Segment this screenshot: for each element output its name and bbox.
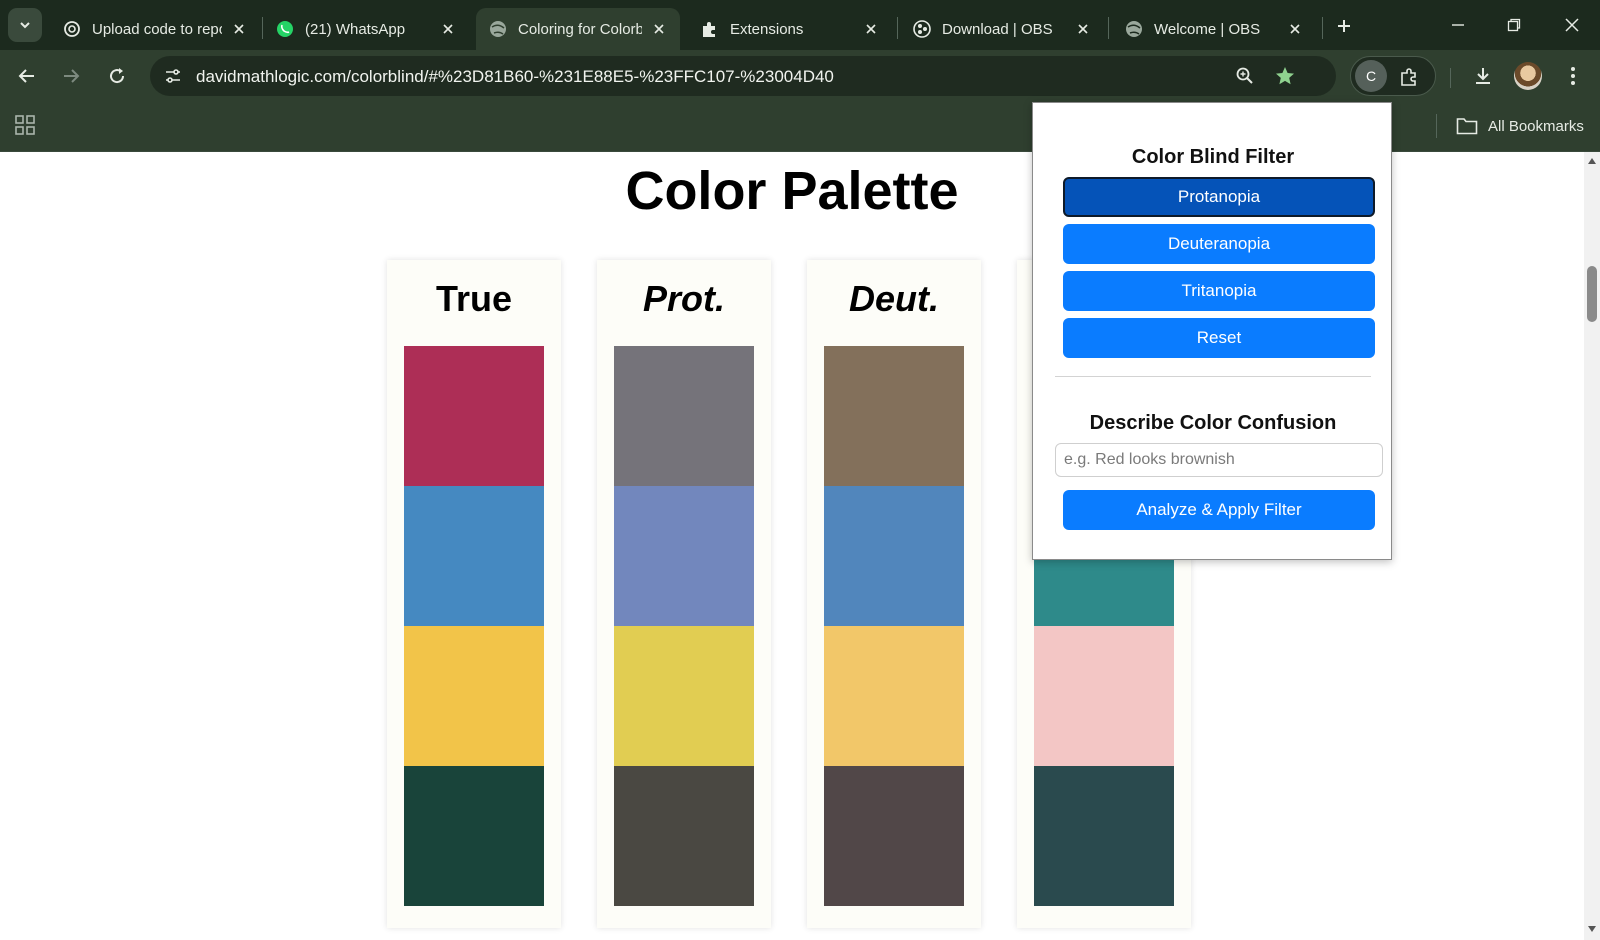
close-icon[interactable] <box>1072 18 1094 40</box>
openai-icon <box>62 19 82 39</box>
tab-download-obs[interactable]: Download | OBS <box>900 8 1104 50</box>
site-info-icon[interactable] <box>160 63 186 89</box>
tab-label: Coloring for Colorblindness <box>518 20 642 38</box>
confusion-heading: Describe Color Confusion <box>1089 412 1337 434</box>
color-swatch <box>1034 626 1174 766</box>
close-icon <box>1565 18 1579 32</box>
globe-icon <box>488 19 508 39</box>
protanopia-button[interactable]: Protanopia <box>1063 177 1375 217</box>
scroll-down-icon[interactable] <box>1587 924 1597 934</box>
color-swatch <box>614 486 754 626</box>
close-window-button[interactable] <box>1550 8 1594 42</box>
navigation-toolbar: davidmathlogic.com/colorblind/#%23D81B60… <box>0 50 1600 102</box>
tab-extensions[interactable]: Extensions <box>688 8 892 50</box>
color-swatch <box>404 766 544 906</box>
analyze-apply-button[interactable]: Analyze & Apply Filter <box>1063 490 1375 530</box>
tab-whatsapp[interactable]: (21) WhatsApp <box>263 8 469 50</box>
minimize-button[interactable] <box>1436 8 1480 42</box>
chevron-down-icon <box>20 22 30 29</box>
palette-column: Prot. <box>597 260 771 928</box>
plus-icon <box>1338 20 1350 32</box>
close-icon[interactable] <box>1284 18 1306 40</box>
url-text[interactable]: davidmathlogic.com/colorblind/#%23D81B60… <box>196 67 834 87</box>
restore-icon <box>1507 18 1521 32</box>
palette-column: True <box>387 260 561 928</box>
color-swatch <box>824 486 964 626</box>
bookmarks-divider <box>1436 114 1437 138</box>
minimize-icon <box>1452 24 1464 26</box>
tab-coloring[interactable]: Coloring for Colorblindness <box>476 8 680 50</box>
tab-separator <box>897 17 898 39</box>
color-swatch <box>404 346 544 486</box>
close-icon[interactable] <box>648 18 670 40</box>
color-swatch <box>824 626 964 766</box>
download-icon <box>1476 68 1490 84</box>
tab-label: Extensions <box>730 20 804 38</box>
all-bookmarks-label: All Bookmarks <box>1488 117 1584 135</box>
browser-menu-button[interactable] <box>1558 61 1588 91</box>
color-swatch <box>824 766 964 906</box>
color-swatch <box>1034 766 1174 906</box>
tab-strip: Upload code to repository (21) WhatsApp … <box>0 0 1600 50</box>
color-swatch <box>824 346 964 486</box>
arrow-left-icon <box>18 69 34 83</box>
more-vertical-icon <box>1571 67 1575 85</box>
color-swatch <box>404 486 544 626</box>
puzzle-icon <box>700 19 720 39</box>
folder-icon <box>1456 118 1478 135</box>
color-swatch <box>614 346 754 486</box>
tab-separator <box>1108 17 1109 39</box>
globe-icon <box>1124 19 1144 39</box>
whatsapp-icon <box>275 19 295 39</box>
new-tab-button[interactable] <box>1330 12 1358 40</box>
color-blind-filter-popup: Color Blind Filter Protanopia Deuteranop… <box>1032 102 1392 560</box>
color-swatch <box>614 766 754 906</box>
profile-avatar[interactable] <box>1514 62 1542 90</box>
tab-label: Welcome | OBS <box>1154 20 1261 38</box>
obs-icon <box>912 19 932 39</box>
close-icon[interactable] <box>437 18 459 40</box>
extensions-puzzle-icon[interactable] <box>1397 64 1423 90</box>
column-title: True <box>435 278 513 319</box>
arrow-right-icon <box>64 69 80 83</box>
reset-button[interactable]: Reset <box>1063 318 1375 358</box>
deuteranopia-button[interactable]: Deuteranopia <box>1063 224 1375 264</box>
address-bar[interactable]: davidmathlogic.com/colorblind/#%23D81B60… <box>150 56 1336 96</box>
tab-label: (21) WhatsApp <box>305 20 406 38</box>
tab-separator <box>1322 17 1323 39</box>
column-title: Prot. <box>642 278 725 319</box>
column-title: Deut. <box>849 278 939 319</box>
color-swatch <box>614 626 754 766</box>
page-scrollbar[interactable] <box>1584 152 1600 940</box>
filter-heading: Color Blind Filter <box>1131 146 1295 168</box>
extension-pill: C <box>1350 56 1436 96</box>
back-button[interactable] <box>12 61 42 91</box>
toolbar-divider <box>1450 68 1451 88</box>
zoom-icon[interactable] <box>1234 65 1256 87</box>
tab-label: Download | OBS <box>942 20 1053 38</box>
tab-search-button[interactable] <box>8 8 42 42</box>
all-bookmarks-button[interactable]: All Bookmarks <box>1456 114 1584 138</box>
scrollbar-thumb[interactable] <box>1587 266 1597 322</box>
restore-button[interactable] <box>1492 8 1536 42</box>
tritanopia-button[interactable]: Tritanopia <box>1063 271 1375 311</box>
confusion-description-input[interactable] <box>1055 443 1383 477</box>
reload-button[interactable] <box>102 61 132 91</box>
bookmark-star-icon[interactable] <box>1274 65 1296 87</box>
close-icon[interactable] <box>860 18 882 40</box>
palette-column: Deut. <box>807 260 981 928</box>
scroll-up-icon[interactable] <box>1587 156 1597 166</box>
color-swatch <box>404 626 544 766</box>
tab-label: Upload code to repository <box>92 20 222 38</box>
apps-grid-icon[interactable] <box>14 114 36 136</box>
forward-button[interactable] <box>56 61 86 91</box>
popup-divider <box>1055 376 1371 377</box>
close-icon[interactable] <box>228 18 250 40</box>
reload-icon <box>110 68 125 84</box>
extension-c-button[interactable]: C <box>1355 60 1387 92</box>
tab-upload-code[interactable]: Upload code to repository <box>50 8 260 50</box>
downloads-button[interactable] <box>1468 61 1498 91</box>
tab-welcome-obs[interactable]: Welcome | OBS <box>1112 8 1316 50</box>
